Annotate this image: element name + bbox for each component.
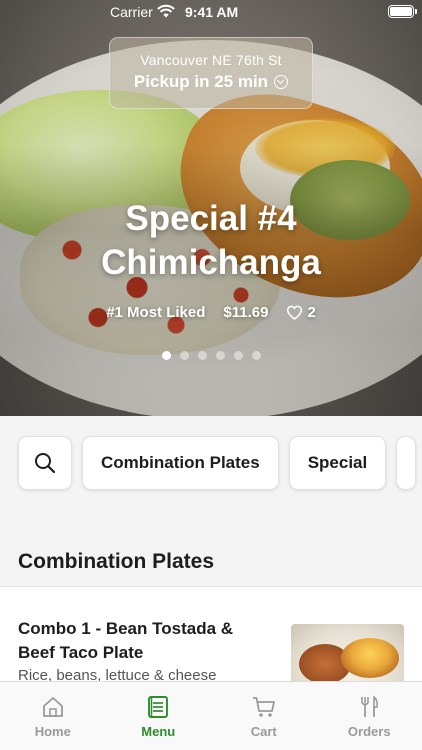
carrier-label: Carrier — [110, 4, 153, 20]
orders-icon — [361, 695, 379, 717]
category-bar: Combination Plates Special — [18, 436, 417, 490]
menu-item-name: Combo 1 - Bean Tostada & Beef Taco Plate — [18, 619, 234, 662]
category-chip-combination-plates[interactable]: Combination Plates — [82, 436, 279, 490]
tab-home-label: Home — [34, 724, 71, 739]
hero-title-line2: Chimichanga — [101, 243, 321, 282]
carousel-dots[interactable] — [0, 351, 422, 360]
wifi-icon — [157, 4, 175, 18]
tab-home[interactable]: Home — [0, 682, 106, 750]
carousel-dot[interactable] — [197, 351, 207, 360]
likes-count: 2 — [307, 304, 316, 321]
category-chip-next[interactable] — [396, 436, 417, 490]
carousel-dot[interactable] — [161, 351, 171, 360]
status-bar: Carrier 9:41 AM — [0, 0, 422, 24]
tab-bar: Home Menu Cart Orders — [0, 681, 422, 750]
search-button[interactable] — [18, 436, 72, 490]
clock: 9:41 AM — [185, 4, 239, 20]
tab-orders-label: Orders — [347, 724, 391, 739]
menu-item-card[interactable]: Combo 1 - Bean Tostada & Beef Taco Plate… — [0, 587, 422, 688]
hero-likes[interactable]: 2 — [286, 304, 316, 321]
carousel-dot[interactable] — [215, 351, 225, 360]
heart-icon — [287, 305, 303, 320]
hero-title-line1: Special #4 — [125, 199, 297, 238]
category-chip-special[interactable]: Special — [288, 436, 387, 490]
hero-badge: #1 Most Liked — [106, 304, 206, 321]
location-selector[interactable]: Vancouver NE 76th St Pickup in 25 min — [109, 37, 313, 109]
carousel-dot[interactable] — [233, 351, 243, 360]
menu-icon — [148, 696, 169, 718]
pickup-time: Pickup in 25 min — [110, 72, 312, 92]
carousel-dot[interactable] — [179, 351, 189, 360]
location-name: Vancouver NE 76th St — [140, 52, 282, 68]
tab-menu[interactable]: Menu — [106, 682, 212, 750]
hero-price: $11.69 — [223, 304, 269, 321]
carousel-dot[interactable] — [251, 351, 261, 360]
menu-item-image — [291, 624, 404, 688]
cart-icon — [252, 697, 275, 717]
tab-menu-label: Menu — [141, 724, 176, 739]
section-title: Combination Plates — [18, 550, 215, 573]
search-icon — [35, 453, 56, 474]
tab-cart-label: Cart — [250, 724, 277, 739]
pickup-label: Pickup in 25 min — [133, 72, 269, 91]
hero-meta: #1 Most Liked $11.69 2 — [0, 304, 422, 321]
tab-orders[interactable]: Orders — [317, 682, 422, 750]
chevron-down-icon — [274, 75, 289, 89]
home-icon — [42, 697, 63, 717]
battery-icon — [388, 5, 417, 18]
tab-cart[interactable]: Cart — [211, 682, 317, 750]
